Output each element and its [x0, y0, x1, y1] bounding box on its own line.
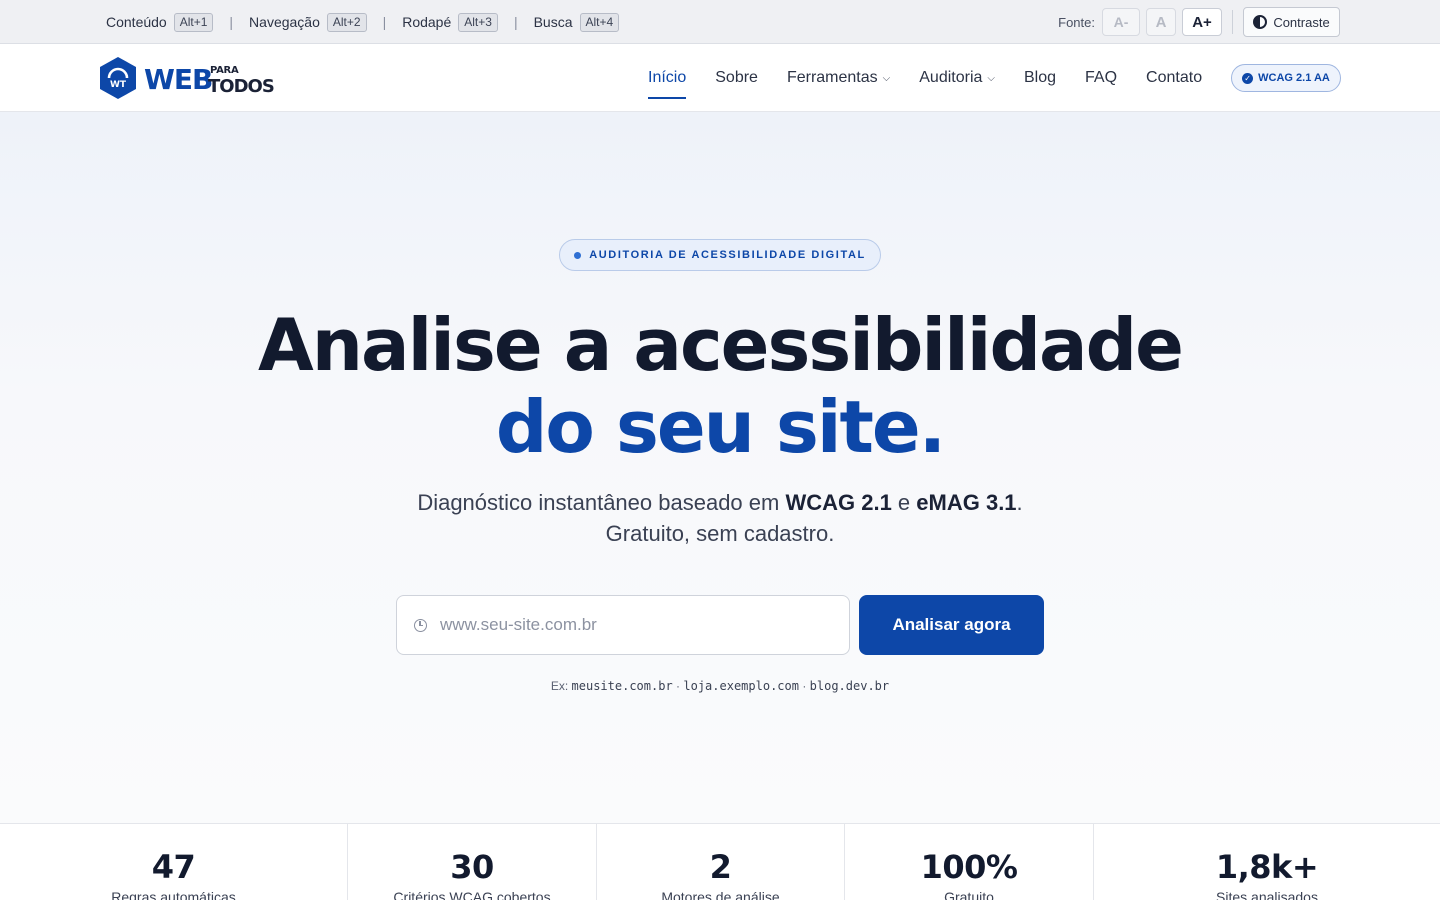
stat-value: 2 — [709, 848, 732, 886]
skip-link-label: Conteúdo — [106, 14, 167, 30]
stat-value: 47 — [151, 848, 196, 886]
title-line-1: Analise a acessibilidade — [258, 303, 1184, 387]
hero-subtitle: Diagnóstico instantâneo baseado em WCAG … — [320, 487, 1120, 549]
skip-link-navegacao[interactable]: Navegação Alt+2 — [249, 12, 367, 32]
eyebrow-badge: AUDITORIA DE ACESSIBILIDADE DIGITAL — [559, 239, 881, 271]
shortcut-key: Alt+2 — [326, 12, 367, 32]
skip-link-label: Busca — [533, 14, 573, 30]
nav-item-label: FAQ — [1085, 69, 1118, 86]
stat-item: 30 Critérios WCAG cobertos — [348, 824, 597, 900]
font-decrease-button[interactable]: A- — [1102, 8, 1140, 36]
subtitle-text: . — [1016, 490, 1023, 515]
shortcut-key: Alt+4 — [579, 12, 620, 32]
nav-item-label: Início — [648, 69, 687, 86]
subtitle-emag: eMAG 3.1 — [916, 490, 1017, 515]
chevron-down-icon: ⌵ — [987, 72, 995, 84]
stats-strip: 47 Regras automáticas 30 Critérios WCAG … — [0, 823, 1440, 900]
url-input[interactable] — [440, 615, 820, 635]
dot-icon — [574, 251, 582, 259]
site-header: WT WEB PARA TODOS Início Sobre Ferrament… — [0, 44, 1440, 112]
nav-item-label: Sobre — [715, 69, 758, 86]
hero-section: AUDITORIA DE ACESSIBILIDADE DIGITAL Anal… — [0, 112, 1440, 824]
stat-label: Critérios WCAG cobertos — [393, 889, 551, 900]
stat-item: 100% Gratuito — [845, 824, 1094, 900]
stat-item: 2 Motores de análise — [597, 824, 845, 900]
example-url[interactable]: loja.exemplo.com — [683, 679, 799, 693]
divider: | — [513, 14, 518, 30]
nav-item-label: Auditoria — [919, 69, 983, 86]
logo-para: PARA — [210, 65, 239, 76]
contrast-icon — [1253, 15, 1268, 29]
stat-item: 1,8k+ Sites analisados — [1094, 824, 1440, 900]
stat-value: 100% — [920, 848, 1018, 886]
skip-link-rodape[interactable]: Rodapé Alt+3 — [402, 12, 498, 32]
nav-item-label: Ferramentas — [786, 69, 878, 86]
font-label: Fonte: — [1058, 14, 1095, 30]
nav-item-sobre[interactable]: Sobre — [715, 44, 758, 112]
logo[interactable]: WT WEB PARA TODOS — [98, 56, 279, 100]
clock-icon — [414, 618, 427, 632]
subtitle-line-2: Gratuito, sem cadastro. — [605, 521, 835, 546]
analyze-button[interactable]: Analisar agora — [859, 595, 1044, 655]
skip-link-label: Navegação — [249, 14, 320, 30]
nav-item-faq[interactable]: FAQ — [1085, 44, 1117, 112]
examples-prefix: Ex: — [550, 679, 569, 693]
divider: | — [382, 14, 387, 30]
skip-link-busca[interactable]: Busca Alt+4 — [533, 12, 620, 32]
subtitle-text: e — [891, 490, 917, 515]
example-url[interactable]: blog.dev.br — [810, 679, 889, 693]
font-controls: Fonte: A- A A+ Contraste — [1058, 7, 1340, 37]
examples-separator: · — [802, 679, 807, 693]
nav-item-blog[interactable]: Blog — [1024, 44, 1056, 112]
nav-item-label: Contato — [1146, 69, 1203, 86]
stat-label: Gratuito — [944, 889, 994, 900]
contrast-label: Contraste — [1273, 14, 1330, 30]
stat-value: 1,8k+ — [1215, 848, 1319, 886]
accessibility-bar: Conteúdo Alt+1 | Navegação Alt+2 | Rodap… — [0, 0, 1440, 44]
url-examples: Ex: meusite.com.br · loja.exemplo.com · … — [420, 679, 1020, 693]
nav-item-auditoria[interactable]: Auditoria ⌵ — [919, 44, 995, 112]
stat-item: 47 Regras automáticas — [0, 824, 348, 900]
skip-links: Conteúdo Alt+1 | Navegação Alt+2 | Rodap… — [106, 0, 620, 44]
title-line-2: do seu site. — [495, 385, 946, 469]
font-increase-button[interactable]: A+ — [1182, 8, 1222, 36]
subtitle-text: Diagnóstico instantâneo baseado em — [417, 490, 786, 515]
page-title: Analise a acessibilidade do seu site. — [120, 304, 1320, 468]
subtitle-wcag: WCAG 2.1 — [785, 490, 892, 515]
logo-todos: TODOS — [208, 76, 275, 97]
shortcut-key: Alt+1 — [173, 12, 214, 32]
url-search-box[interactable] — [396, 595, 850, 655]
logo-shield-icon: WT — [98, 56, 138, 100]
contrast-button[interactable]: Contraste — [1243, 7, 1340, 37]
shortcut-key: Alt+3 — [458, 12, 498, 32]
skip-link-conteudo[interactable]: Conteúdo Alt+1 — [106, 12, 214, 32]
eyebrow-label: AUDITORIA DE ACESSIBILIDADE DIGITAL — [589, 249, 866, 261]
stat-label: Sites analisados — [1216, 889, 1318, 900]
stat-label: Regras automáticas — [111, 889, 236, 900]
nav-item-ferramentas[interactable]: Ferramentas ⌵ — [787, 44, 890, 112]
font-normal-button[interactable]: A — [1146, 8, 1176, 36]
examples-separator: · — [676, 679, 681, 693]
wcag-badge-label: WCAG 2.1 AA — [1258, 72, 1330, 84]
divider — [1232, 10, 1233, 34]
chevron-down-icon: ⌵ — [882, 72, 891, 84]
nav-item-contato[interactable]: Contato — [1146, 44, 1202, 112]
check-icon: ✓ — [1242, 72, 1254, 84]
nav-item-label: Blog — [1024, 69, 1057, 86]
divider: | — [229, 14, 234, 30]
logo-wordmark: WEB PARA TODOS — [144, 56, 279, 100]
main-nav: Início Sobre Ferramentas ⌵ Auditoria ⌵ B… — [648, 44, 1231, 112]
example-url[interactable]: meusite.com.br — [572, 679, 673, 693]
stat-value: 30 — [450, 848, 494, 886]
logo-web: WEB — [144, 63, 213, 96]
skip-link-label: Rodapé — [402, 14, 452, 30]
stat-label: Motores de análise — [661, 889, 780, 900]
logo-mark-text: WT — [110, 80, 127, 90]
wcag-badge[interactable]: ✓ WCAG 2.1 AA — [1231, 64, 1341, 92]
nav-item-inicio[interactable]: Início — [648, 44, 687, 112]
